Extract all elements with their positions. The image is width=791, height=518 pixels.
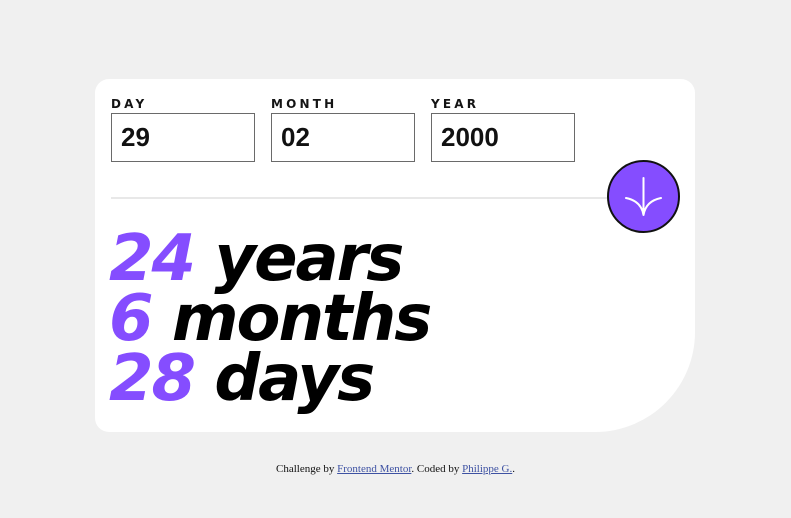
year-input[interactable] xyxy=(431,113,575,162)
years-result: 24 years xyxy=(109,227,430,291)
days-unit: days xyxy=(214,342,375,416)
footer-prefix: Challenge by xyxy=(276,463,338,475)
year-field: YEAR xyxy=(431,96,575,162)
author-link[interactable]: Philippe G. xyxy=(462,463,512,475)
divider xyxy=(111,197,631,199)
frontend-mentor-link[interactable]: Frontend Mentor xyxy=(337,463,411,475)
month-label: MONTH xyxy=(271,97,338,111)
day-field: DAY xyxy=(111,96,255,162)
month-input[interactable] xyxy=(271,113,415,162)
month-field: MONTH xyxy=(271,96,415,162)
days-result: 28 days xyxy=(109,347,430,411)
footer-middle: . Coded by xyxy=(411,463,463,475)
arrow-down-icon xyxy=(625,177,662,216)
day-input[interactable] xyxy=(111,113,255,162)
submit-button[interactable] xyxy=(607,160,680,233)
days-value: 28 xyxy=(109,342,196,416)
months-result: 6 months xyxy=(109,287,432,351)
day-label: DAY xyxy=(111,97,148,111)
attribution-footer: Challenge by Frontend Mentor. Coded by P… xyxy=(0,463,791,475)
year-label: YEAR xyxy=(431,97,480,111)
age-calculator-card: DAY MONTH YEAR 24 years 6 months 28 days xyxy=(95,79,695,432)
footer-suffix: . xyxy=(512,463,515,475)
results: 24 years 6 months 28 days xyxy=(109,227,432,411)
